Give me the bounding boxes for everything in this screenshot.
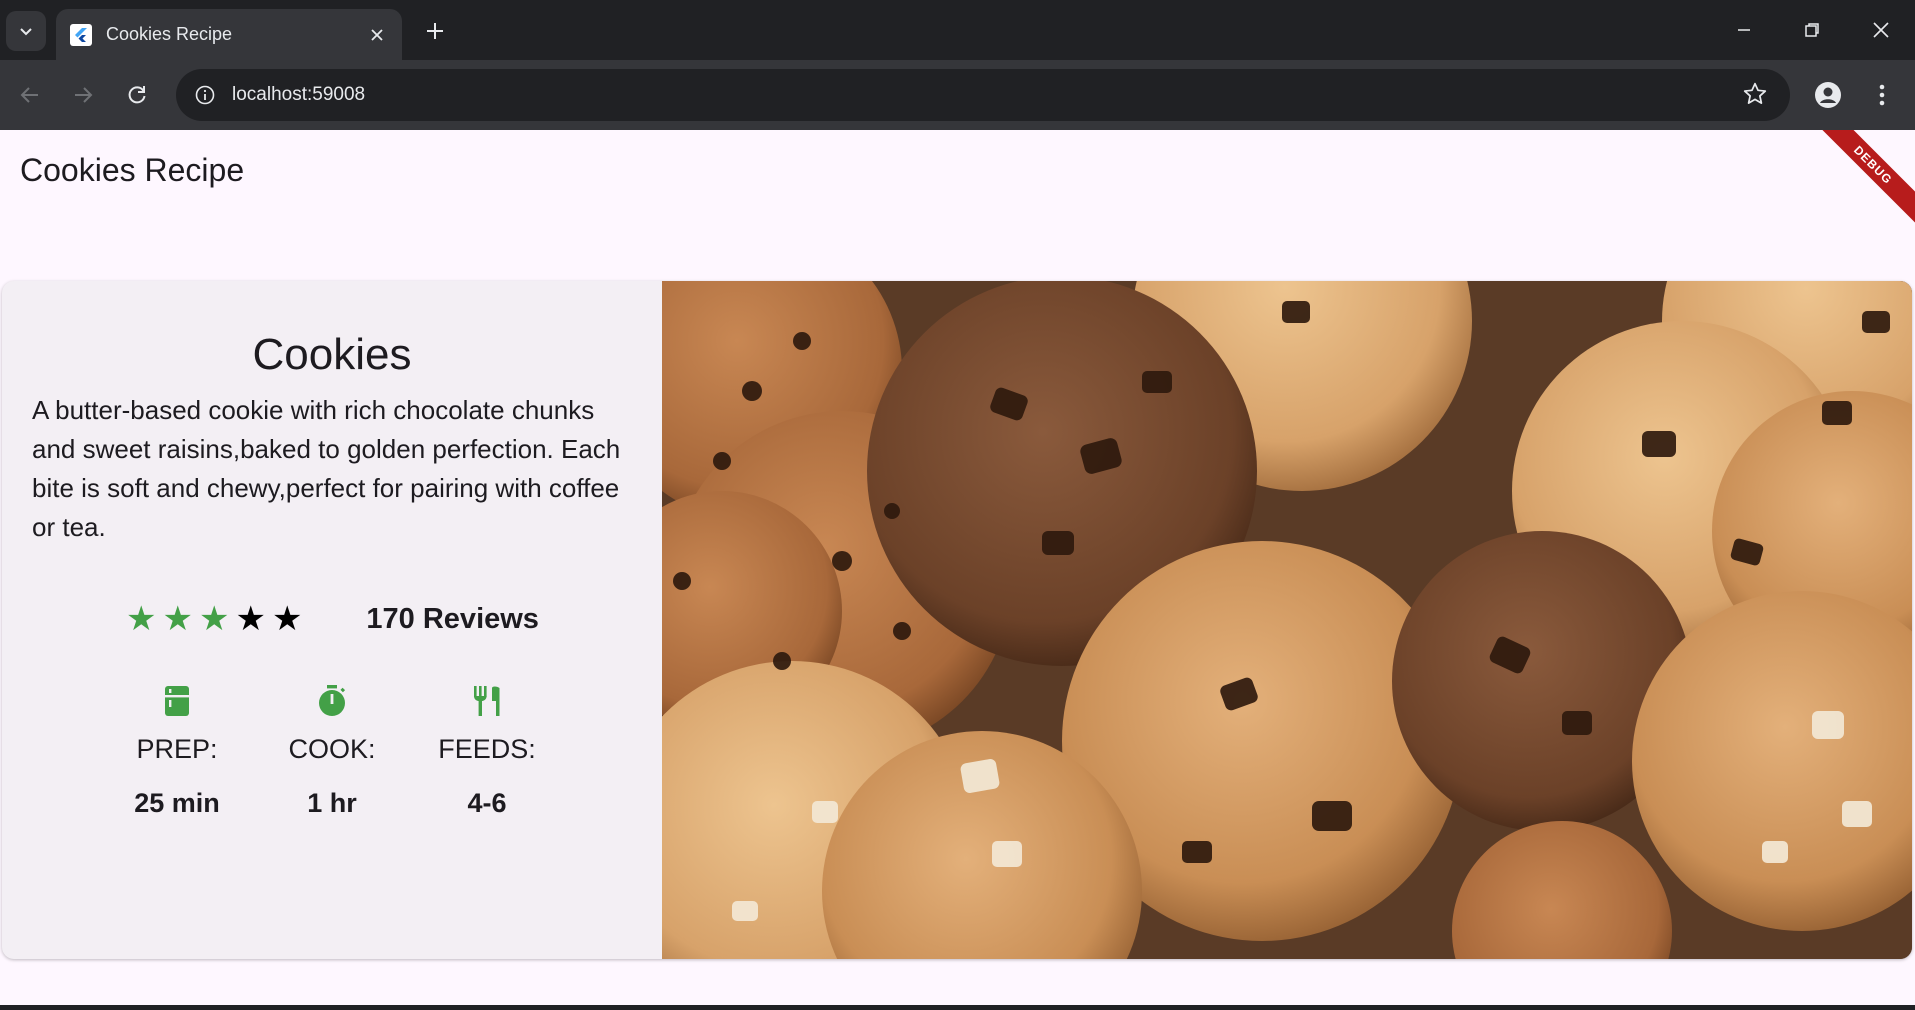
close-icon xyxy=(371,28,383,41)
app-page: Cookies Recipe DEBUG Cookies A butter-ba… xyxy=(0,130,1915,1005)
profile-button[interactable] xyxy=(1808,75,1848,115)
recipe-info-panel: Cookies A butter-based cookie with rich … xyxy=(2,281,662,959)
forward-button[interactable] xyxy=(63,75,103,115)
minimize-icon xyxy=(1738,29,1750,31)
browser-tab[interactable]: Cookies Recipe xyxy=(56,9,402,60)
back-button[interactable] xyxy=(10,75,50,115)
fact-label: COOK: xyxy=(288,734,376,764)
recipe-card: Cookies A butter-based cookie with rich … xyxy=(2,281,1912,959)
recipe-description: A butter-based cookie with rich chocolat… xyxy=(32,395,621,542)
star-empty-icon: ★ xyxy=(271,600,303,638)
fact-feeds: FEEDS: 4-6 xyxy=(422,681,552,823)
fact-label: FEEDS: xyxy=(438,734,536,764)
star-empty-icon: ★ xyxy=(235,600,266,638)
tab-close-button[interactable] xyxy=(366,24,388,46)
fact-value: 1 hr xyxy=(307,788,357,818)
fact-cook: COOK: 1 hr xyxy=(267,681,397,823)
browser-toolbar: localhost:59008 xyxy=(0,60,1915,130)
star-filled-icon: ★ xyxy=(198,600,230,638)
tab-title: Cookies Recipe xyxy=(106,24,233,44)
close-icon xyxy=(1873,22,1889,38)
restore-button[interactable] xyxy=(1783,8,1841,52)
debug-banner: DEBUG xyxy=(1808,130,1915,230)
fact-prep: PREP: 25 min xyxy=(112,681,242,823)
star-filled-icon: ★ xyxy=(162,600,193,638)
timer-icon xyxy=(267,681,397,721)
info-icon xyxy=(195,85,215,105)
app-bar-title: Cookies Recipe xyxy=(20,152,245,188)
window-bottom-edge xyxy=(0,1005,1915,1010)
restaurant-icon xyxy=(422,681,552,721)
bookmark-button[interactable] xyxy=(1742,81,1768,112)
tab-search-button[interactable] xyxy=(6,11,46,51)
new-tab-button[interactable] xyxy=(418,14,452,48)
reload-icon xyxy=(128,86,146,104)
reload-button[interactable] xyxy=(117,75,157,115)
account-icon xyxy=(1815,82,1841,108)
restore-icon xyxy=(1805,23,1819,37)
chevron-down-icon xyxy=(20,28,32,36)
browser-titlebar: Cookies Recipe xyxy=(0,0,1915,60)
browser-menu-button[interactable] xyxy=(1864,75,1900,115)
recipe-facts: PREP: 25 min COOK: 1 hr FEEDS: 4-6 xyxy=(112,681,572,821)
site-info-button[interactable] xyxy=(190,80,220,110)
star-outline-icon xyxy=(1743,82,1767,104)
arrow-right-icon xyxy=(75,87,93,103)
minimize-button[interactable] xyxy=(1715,8,1773,52)
kitchen-icon xyxy=(112,681,242,721)
fact-value: 25 min xyxy=(134,788,220,818)
plus-icon xyxy=(427,23,443,39)
recipe-title: Cookies xyxy=(252,330,412,379)
star-rating: ★ ★ ★ ★ ★ xyxy=(126,599,302,639)
fact-value: 4-6 xyxy=(467,788,507,818)
arrow-left-icon xyxy=(20,87,38,103)
star-filled-icon: ★ xyxy=(126,600,157,638)
review-count: 170 Reviews xyxy=(366,602,539,635)
rating-row: ★ ★ ★ ★ ★ 170 Reviews xyxy=(126,599,546,639)
address-bar[interactable]: localhost:59008 xyxy=(176,69,1790,121)
fact-label: PREP: xyxy=(136,734,218,764)
more-vert-icon xyxy=(1879,84,1885,106)
flutter-favicon-icon xyxy=(70,23,92,46)
url-text: localhost:59008 xyxy=(232,84,366,105)
window-close-button[interactable] xyxy=(1852,8,1910,52)
cookies-photo xyxy=(662,281,1912,959)
